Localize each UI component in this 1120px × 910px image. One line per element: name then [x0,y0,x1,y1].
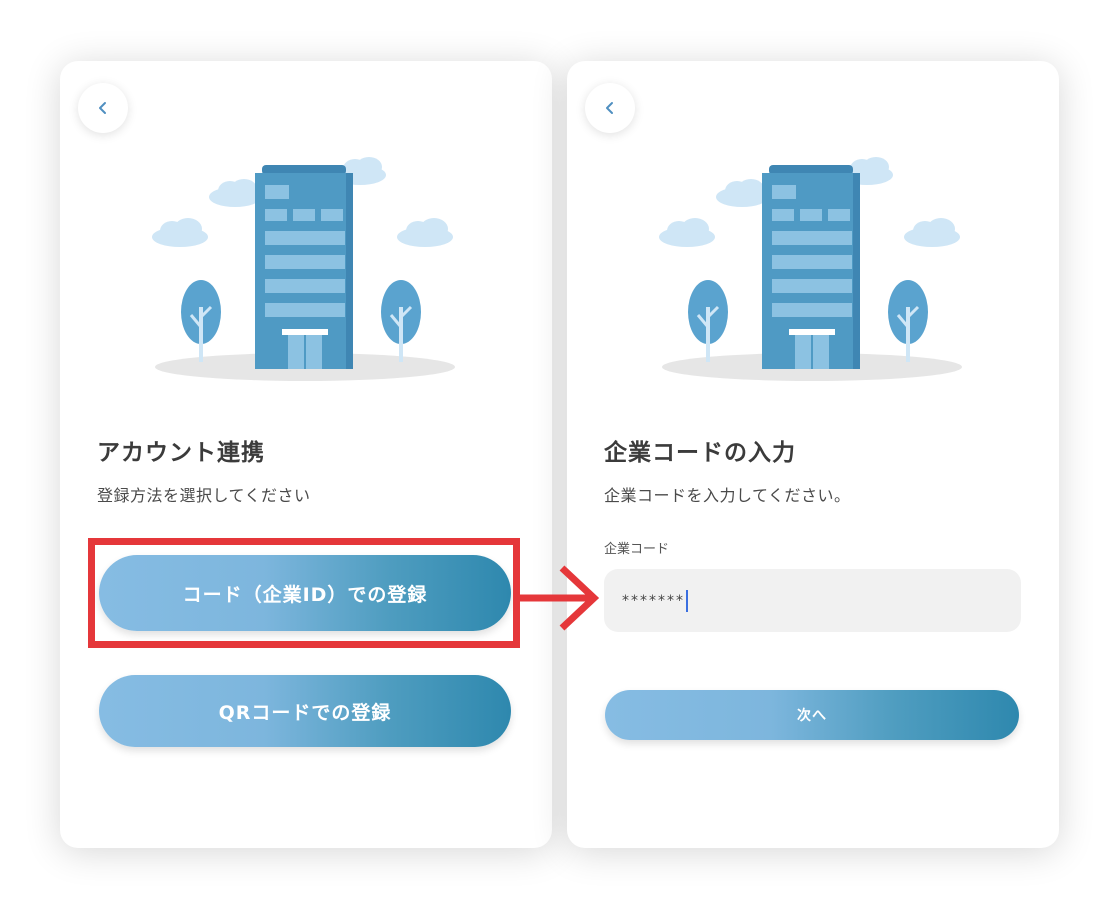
next-button[interactable]: 次へ [605,690,1019,740]
page-subtitle: 登録方法を選択してください [97,486,311,505]
back-button[interactable] [78,83,128,133]
text-cursor [686,589,688,612]
office-building-illustration [659,157,962,381]
page-title: アカウント連携 [97,440,265,466]
screen-account-link: アカウント連携 登録方法を選択してください コード（企業ID）での登録 QRコー… [60,61,552,848]
office-building-illustration [152,157,455,381]
company-code-input[interactable]: ******* [604,569,1021,632]
back-button[interactable] [585,83,635,133]
highlight-box [88,538,520,648]
page-title: 企業コードの入力 [604,440,796,466]
page-subtitle: 企業コードを入力してください。 [604,486,851,505]
chevron-left-icon [606,102,613,114]
company-code-label: 企業コード [604,542,670,557]
register-by-qr-button[interactable]: QRコードでの登録 [99,675,511,747]
company-code-value: ******* [622,592,685,609]
chevron-left-icon [99,102,106,114]
screen-company-code-input: 企業コードの入力 企業コードを入力してください。 企業コード ******* 次… [567,61,1059,848]
arrow-right-icon [520,565,600,631]
